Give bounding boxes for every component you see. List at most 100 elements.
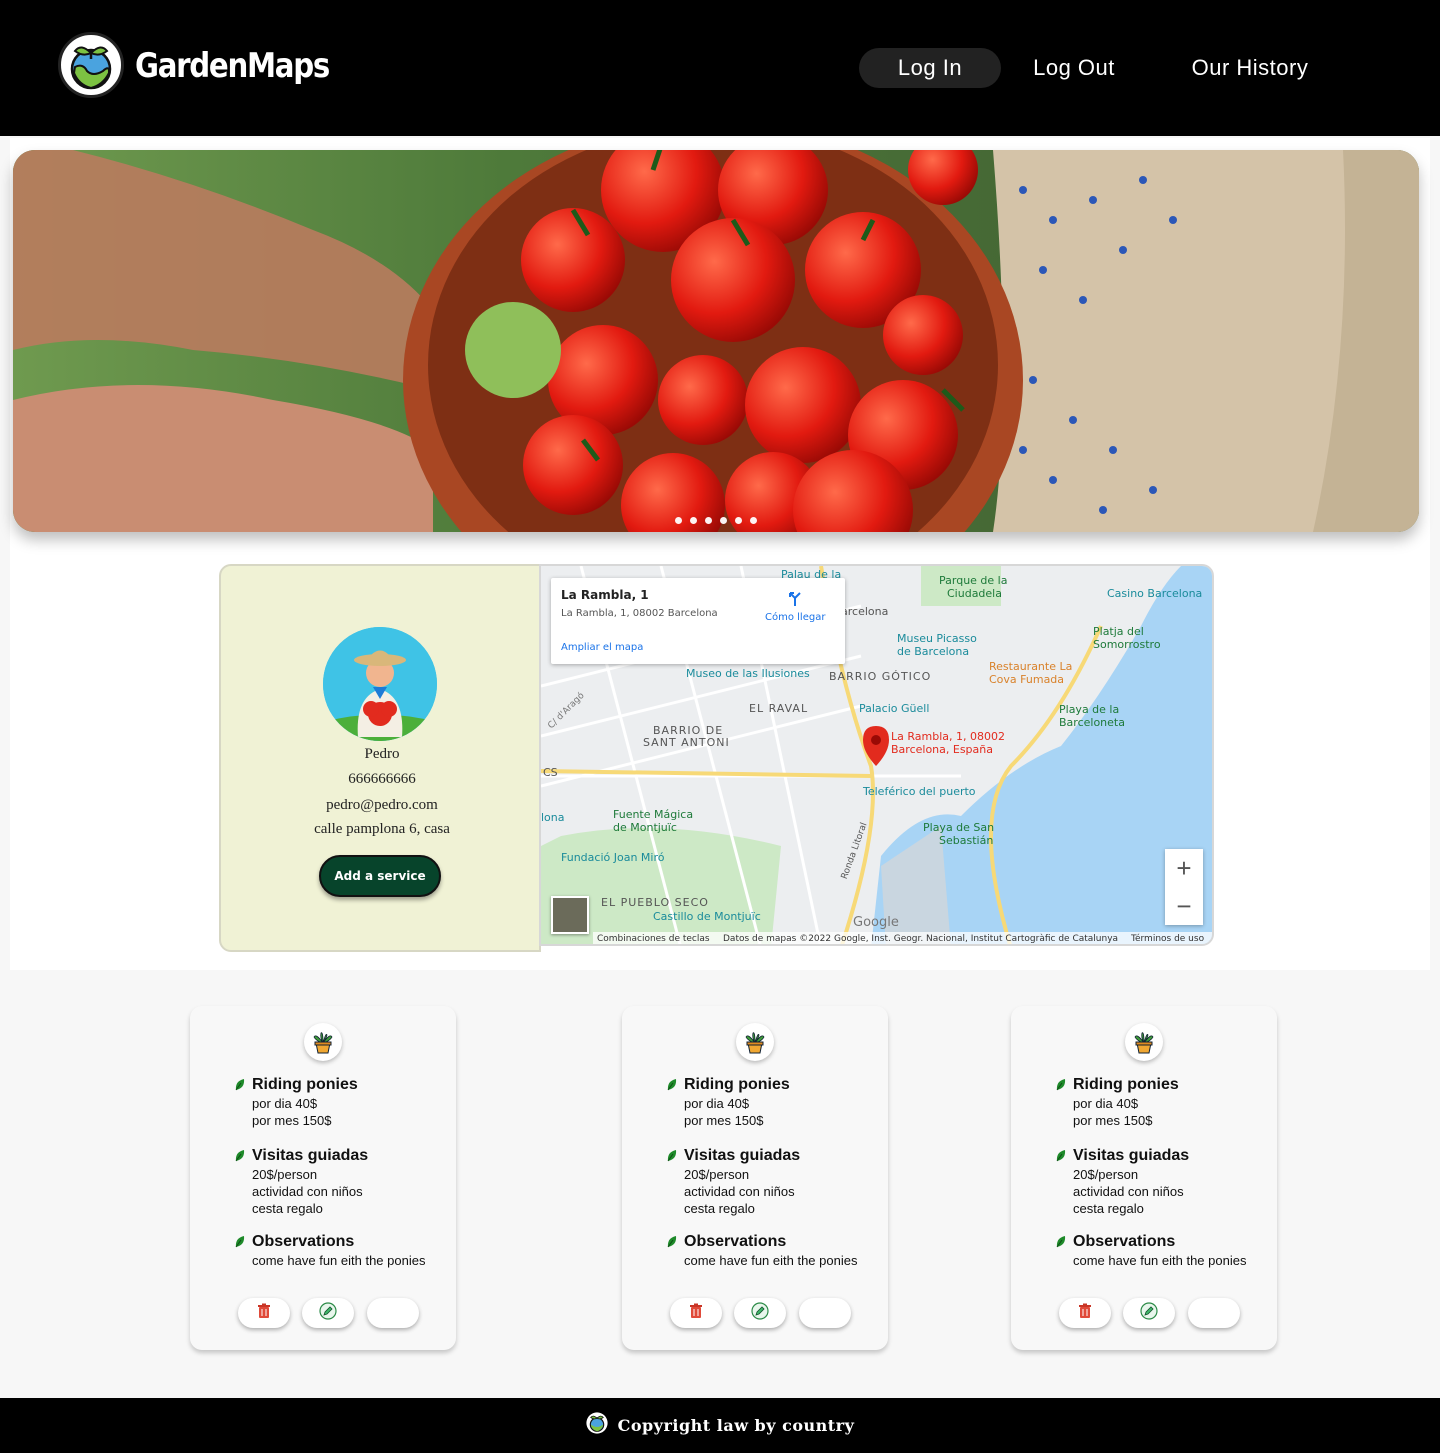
leaf-icon [1055,1078,1067,1092]
trash-icon [689,1303,703,1324]
directions-icon[interactable] [787,590,803,611]
avatar [323,627,437,741]
leaf-icon [234,1078,246,1092]
map-label: Museo de las Ilusiones [686,667,810,680]
footer: Copyright law by country [0,1398,1440,1453]
place-info-box: La Rambla, 1 La Rambla, 1, 08002 Barcelo… [551,578,845,664]
service-section-title: Visitas guiadas [684,1147,801,1164]
service-detail-line: por mes 150$ [1073,1113,1153,1128]
map-label: Barceloneta [1059,716,1125,729]
footer-copyright: Copyright law by country [617,1416,855,1435]
service-section-title: Riding ponies [1073,1076,1179,1093]
extra-action-button[interactable] [799,1298,851,1328]
service-detail-line: 20$/person [1073,1167,1139,1182]
marker-label-line2: Barcelona, España [891,743,993,756]
map-label: Ciudadela [947,587,1002,600]
map-label: Restaurante La [989,660,1073,673]
carousel-dot[interactable] [675,517,682,524]
service-detail-line: actividad con niños [684,1184,795,1199]
service-detail-line: come have fun eith the ponies [684,1253,858,1268]
service-section-title: Observations [252,1233,355,1250]
map-label: Museu Picasso [897,632,977,645]
edit-button[interactable] [734,1298,786,1328]
map-label: Fuente Mágica [613,808,694,821]
potted-plant-icon [304,1023,342,1061]
pencil-icon [319,1301,337,1325]
pencil-icon [1140,1301,1158,1325]
leaf-icon [1055,1235,1067,1249]
service-detail-line: 20$/person [252,1167,318,1182]
map-label: Platja del [1093,625,1144,638]
map-label: Playa de la [1059,703,1120,716]
carousel-dot[interactable] [720,517,727,524]
map-label: Castillo de Montjuïc [653,910,761,923]
profile-name: Pedro [364,746,400,762]
service-section-title: Riding ponies [684,1076,790,1093]
service-card: Riding ponies por dia 40$ por mes 150$ Visi… [190,1006,456,1350]
service-card: Riding ponies por dia 40$ por mes 150$ Visi… [622,1006,888,1350]
top-nav-bar: GardenMaps Log In Log Out Our History [0,0,1440,136]
leaf-icon [234,1149,246,1163]
potted-plant-icon [1125,1023,1163,1061]
carousel-dot[interactable] [750,517,757,524]
edit-button[interactable] [302,1298,354,1328]
leaf-icon [234,1235,246,1249]
extra-action-button[interactable] [1188,1298,1240,1328]
map-label: BARRIO GÓTICO [829,670,932,683]
map-label: arcelona [841,605,889,618]
profile-phone: 666666666 [348,771,416,787]
delete-button[interactable] [238,1298,290,1328]
service-detail-line: come have fun eith the ponies [252,1253,426,1268]
service-detail-line: por dia 40$ [1073,1096,1139,1111]
trash-icon [257,1303,271,1324]
delete-button[interactable] [670,1298,722,1328]
delete-button[interactable] [1059,1298,1111,1328]
extra-action-button[interactable] [367,1298,419,1328]
logo-icon[interactable] [58,32,124,98]
map-label: Cova Fumada [989,673,1065,686]
profile-address: calle pamplona 6, casa [314,821,450,837]
map-label: Palacio Güell [859,702,930,715]
leaf-icon [666,1078,678,1092]
map-label: de Barcelona [897,645,970,658]
map-label: EL RAVAL [749,702,809,715]
map-label: Teleférico del puerto [863,785,976,798]
map-label: Sebastián [939,834,994,847]
service-section-title: Visitas guiadas [1073,1147,1190,1164]
marker-label-line1: La Rambla, 1, 08002 [891,730,1005,743]
directions-link[interactable]: Cómo llegar [765,612,825,623]
google-logo: Google [853,915,899,930]
profile-card: Pedro 666666666 pedro@pedro.com calle pa… [219,564,541,952]
carousel-dot[interactable] [735,517,742,524]
keyboard-shortcuts-link[interactable]: Combinaciones de teclas [597,934,710,944]
zoom-out-button[interactable]: − [1165,887,1203,925]
carousel-dot[interactable] [705,517,712,524]
hero-image [13,150,1419,532]
map-label: Somorrostro [1093,638,1161,651]
map-data-attribution: Datos de mapas ©2022 Google, Inst. Geogr… [723,934,1119,944]
service-detail-line: por dia 40$ [252,1096,318,1111]
carousel-dot[interactable] [690,517,697,524]
map-label: Parque de la [939,574,1008,587]
add-service-button[interactable]: Add a service [319,855,441,897]
place-title: La Rambla, 1 [561,588,649,602]
hero-carousel[interactable] [13,150,1419,532]
service-detail-line: cesta regalo [684,1201,755,1216]
service-section-title: Observations [684,1233,787,1250]
terms-link[interactable]: Términos de uso [1131,934,1204,944]
logout-button[interactable]: Log Out [1010,48,1138,88]
service-detail-line: por mes 150$ [252,1113,332,1128]
service-detail-line: cesta regalo [1073,1201,1144,1216]
edit-button[interactable] [1123,1298,1175,1328]
map-label: Casino Barcelona [1107,587,1203,600]
map-label: CS [543,766,558,779]
enlarge-map-link[interactable]: Ampliar el mapa [561,642,643,653]
our-history-link[interactable]: Our History [1170,48,1330,88]
map-label: Playa de San [923,821,995,834]
satellite-toggle[interactable] [551,896,589,934]
embedded-map[interactable]: Palau de la Parque de la Ciudadela Casin… [539,564,1214,946]
login-button[interactable]: Log In [859,48,1001,88]
place-address: La Rambla, 1, 08002 Barcelona [561,608,718,619]
service-detail-line: come have fun eith the ponies [1073,1253,1247,1268]
zoom-in-button[interactable]: + [1165,849,1203,887]
